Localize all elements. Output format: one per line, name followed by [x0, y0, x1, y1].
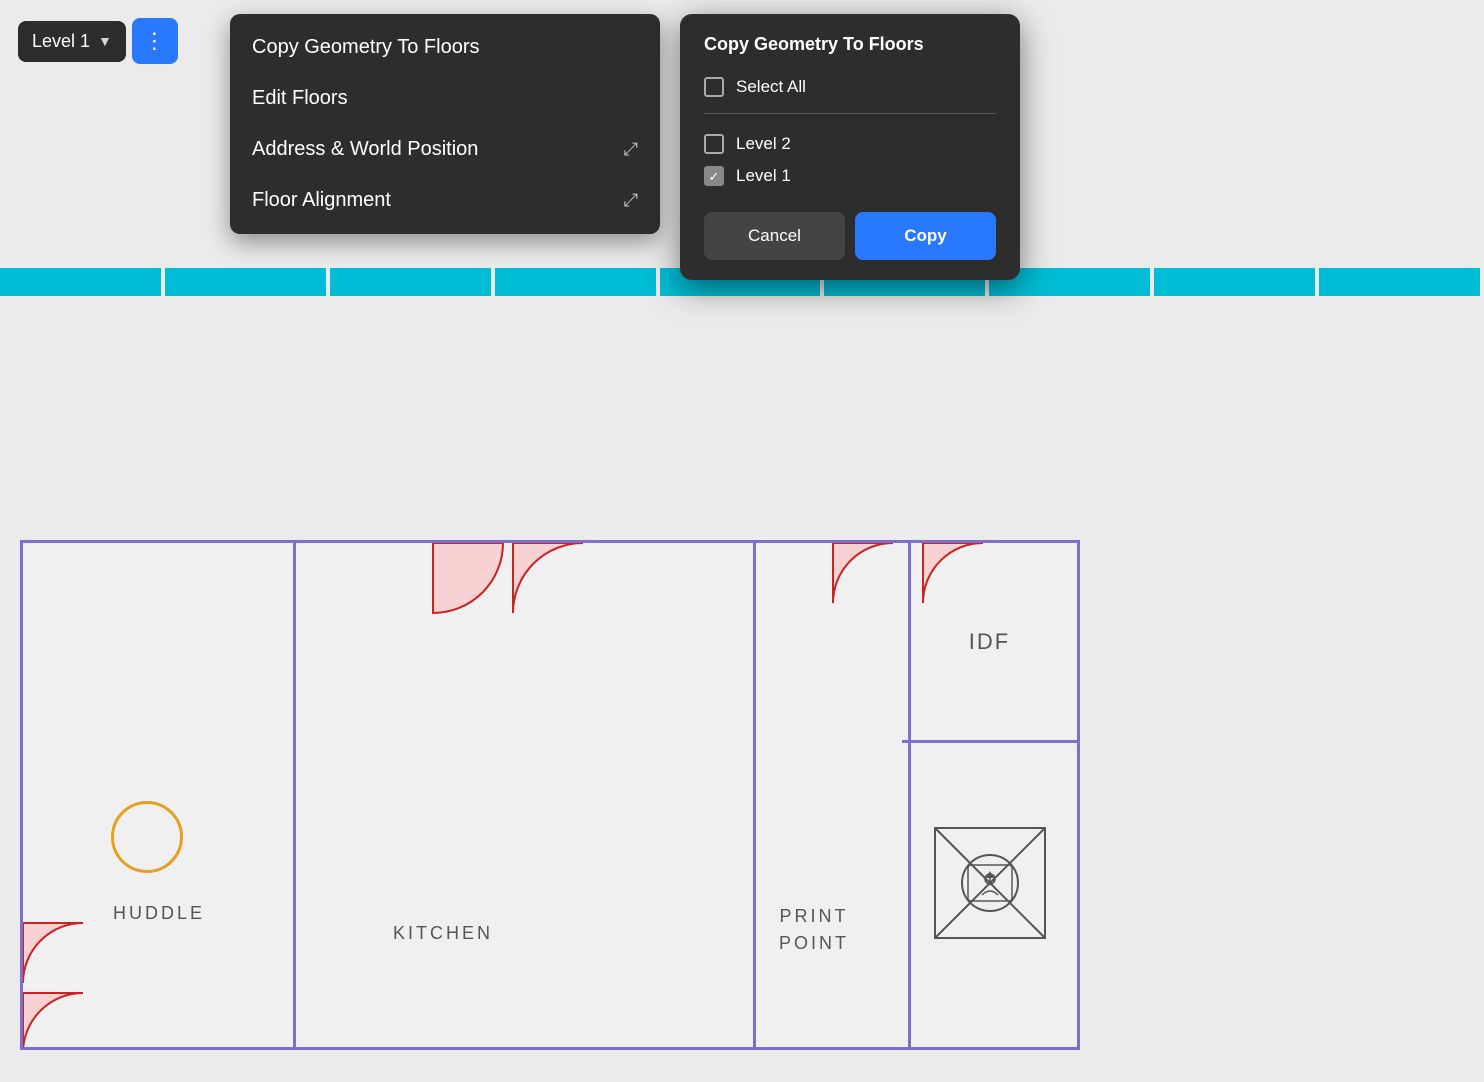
external-link-icon: ⤢: [624, 139, 638, 160]
print-point-label: PRINTPOINT: [779, 903, 849, 957]
cancel-button[interactable]: Cancel: [704, 212, 845, 260]
level-2-label: Level 2: [736, 134, 791, 154]
cyan-strip: [0, 268, 161, 296]
idf-label: IDF: [969, 629, 1010, 655]
level-label: Level 1: [32, 31, 90, 52]
cyan-strip: [165, 268, 326, 296]
room-divider: [293, 543, 296, 1047]
cyan-strip: [330, 268, 491, 296]
room-divider: [753, 543, 756, 1047]
cyan-strip: [495, 268, 656, 296]
floorplan-rooms: IDF HUDDLE KITCHEN PRINTPOINT: [20, 540, 1080, 1050]
level-1-checkbox[interactable]: [704, 166, 724, 186]
menu-item-label: Address & World Position: [252, 138, 478, 161]
kitchen-label: KITCHEN: [393, 923, 493, 944]
menu-item-label: Floor Alignment: [252, 189, 391, 212]
dialog-buttons: Cancel Copy: [704, 212, 996, 260]
chevron-down-icon: ▼: [98, 33, 112, 49]
context-menu: Copy Geometry To Floors Edit Floors Addr…: [230, 14, 660, 234]
cyan-strip: [1154, 268, 1315, 296]
dialog-title: Copy Geometry To Floors: [704, 34, 996, 55]
copy-button[interactable]: Copy: [855, 212, 996, 260]
menu-item-label: Copy Geometry To Floors: [252, 36, 480, 59]
menu-item-copy-geometry[interactable]: Copy Geometry To Floors: [230, 22, 660, 73]
menu-item-label: Edit Floors: [252, 87, 348, 110]
menu-item-edit-floors[interactable]: Edit Floors: [230, 73, 660, 124]
toolbar: Level 1 ▼ ⋮: [18, 18, 178, 64]
copy-geometry-dialog: Copy Geometry To Floors Select All Level…: [680, 14, 1020, 280]
level-1-row[interactable]: Level 1: [704, 160, 996, 192]
menu-item-address-world[interactable]: Address & World Position ⤢: [230, 124, 660, 175]
idf-room-bottom: [902, 743, 1077, 1023]
external-link-icon: ⤢: [624, 190, 638, 211]
huddle-circle: [111, 801, 183, 873]
dialog-divider: [704, 113, 996, 114]
dots-menu-button[interactable]: ⋮: [132, 18, 178, 64]
level-2-row[interactable]: Level 2: [704, 128, 996, 160]
equipment-icon: [930, 823, 1050, 943]
level-selector[interactable]: Level 1 ▼: [18, 21, 126, 62]
select-all-row[interactable]: Select All: [704, 71, 996, 103]
level-1-label: Level 1: [736, 166, 791, 186]
huddle-label: HUDDLE: [113, 903, 205, 924]
select-all-checkbox[interactable]: [704, 77, 724, 97]
menu-item-floor-alignment[interactable]: Floor Alignment ⤢: [230, 175, 660, 226]
idf-room-top: IDF: [902, 543, 1077, 743]
dots-icon: ⋮: [143, 28, 166, 54]
level-2-checkbox[interactable]: [704, 134, 724, 154]
select-all-label: Select All: [736, 77, 806, 97]
cyan-strip: [1319, 268, 1480, 296]
